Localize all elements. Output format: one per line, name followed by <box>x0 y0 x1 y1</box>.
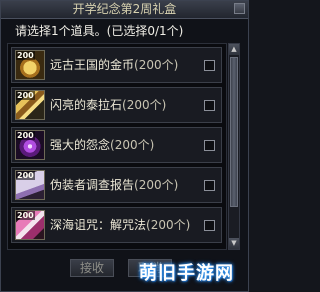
item-checkbox[interactable] <box>204 220 215 231</box>
list-item[interactable]: 200 深海诅咒：解咒法(200个) <box>11 207 222 243</box>
item-label: 闪亮的泰拉石(200个) <box>50 98 166 113</box>
list-item[interactable]: 200 远古王国的金币(200个) <box>11 47 222 83</box>
terra-stone-icon: 200 <box>15 90 45 120</box>
quantity-badge: 200 <box>16 91 35 100</box>
item-count: (200个) <box>110 138 155 152</box>
scrollbar[interactable]: ▲ ▼ <box>228 43 240 250</box>
report-scroll-icon: 200 <box>15 170 45 200</box>
title-bar[interactable]: 开学纪念第2周礼盒 <box>1 1 248 19</box>
quantity-badge: 200 <box>16 51 35 60</box>
gold-coin-icon: 200 <box>15 50 45 80</box>
list-item[interactable]: 200 伪装者调查报告(200个) <box>11 167 222 203</box>
quantity-badge: 200 <box>16 211 35 220</box>
quantity-badge: 200 <box>16 131 35 140</box>
item-name: 闪亮的泰拉石 <box>50 98 123 112</box>
item-name: 强大的怨念 <box>50 138 111 152</box>
item-label: 深海诅咒：解咒法(200个) <box>50 218 190 233</box>
receive-button[interactable]: 接收 <box>70 259 114 277</box>
item-count: (200个) <box>134 58 179 72</box>
list-item[interactable]: 200 闪亮的泰拉石(200个) <box>11 87 222 123</box>
item-checkbox[interactable] <box>204 100 215 111</box>
item-name: 深海诅咒：解咒法 <box>50 218 147 232</box>
grudge-orb-icon: 200 <box>15 130 45 160</box>
scroll-down-arrow-icon[interactable]: ▼ <box>229 238 239 249</box>
gift-box-window: 开学纪念第2周礼盒 请选择1个道具。(已选择0/1个) 200 远古王国的金币(… <box>0 0 249 292</box>
item-label: 远古王国的金币(200个) <box>50 58 178 73</box>
site-watermark: 萌旧手游网 <box>139 263 234 284</box>
item-name: 远古王国的金币 <box>50 58 135 72</box>
scroll-up-arrow-icon[interactable]: ▲ <box>229 44 239 55</box>
item-count: (200个) <box>134 178 179 192</box>
window-title: 开学纪念第2周礼盒 <box>72 2 177 16</box>
item-checkbox[interactable] <box>204 140 215 151</box>
curse-book-icon: 200 <box>15 210 45 240</box>
scroll-thumb[interactable] <box>230 57 238 207</box>
item-name: 伪装者调查报告 <box>50 178 135 192</box>
selection-prompt: 请选择1个道具。(已选择0/1个) <box>15 24 184 38</box>
item-count: (200个) <box>122 98 167 112</box>
close-button[interactable] <box>234 3 245 14</box>
list-item[interactable]: 200 强大的怨念(200个) <box>11 127 222 163</box>
item-label: 强大的怨念(200个) <box>50 138 154 153</box>
item-count: (200个) <box>146 218 191 232</box>
item-list: 200 远古王国的金币(200个) 200 闪亮的泰拉石(200个) 200 强… <box>7 43 227 250</box>
item-checkbox[interactable] <box>204 60 215 71</box>
item-checkbox[interactable] <box>204 180 215 191</box>
quantity-badge: 200 <box>16 171 35 180</box>
item-label: 伪装者调查报告(200个) <box>50 178 178 193</box>
